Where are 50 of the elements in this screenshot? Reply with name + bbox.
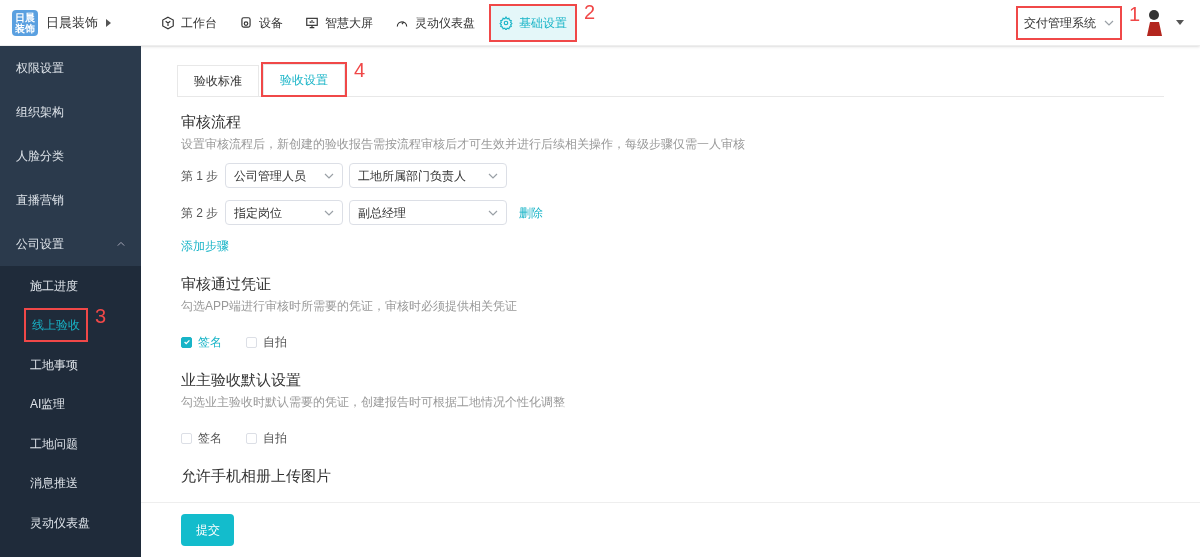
tab[interactable]: 验收标准 (177, 65, 259, 96)
step-label: 第 2 步 (181, 204, 219, 222)
section-title: 审核流程 (181, 112, 242, 132)
logo-icon: 日晨 装饰 (12, 9, 38, 36)
checkbox-option[interactable]: 自拍 (246, 429, 287, 447)
sidebar-item[interactable]: 人脸分类 (0, 134, 141, 178)
sidebar-item[interactable]: 公司设置 (0, 222, 141, 266)
nav-tab[interactable]: 灵动仪表盘 (387, 5, 483, 40)
sidebar-subitem[interactable]: 施工进度 (24, 270, 84, 301)
monitor-icon (305, 15, 319, 30)
checkbox[interactable] (181, 432, 192, 444)
select-field[interactable]: 工地所属部门负责人 (349, 163, 507, 188)
sidebar-subitem[interactable]: 工地问题 (24, 428, 84, 459)
caret-icon (1176, 20, 1184, 25)
nav-tab[interactable]: 智慧大屏 (297, 5, 381, 40)
annotation-number: 1 (1128, 3, 1140, 24)
checkbox[interactable] (246, 432, 257, 444)
annotation-number: 3 (94, 306, 106, 327)
sidebar-item[interactable]: 权限设置 (0, 46, 141, 90)
sidebar-item[interactable]: 组织架构 (0, 90, 141, 134)
nav-tab[interactable]: 设备 (231, 5, 291, 40)
sidebar-subitem[interactable]: 消息推送 (24, 468, 84, 499)
select-field[interactable]: 公司管理人员 (225, 163, 343, 188)
sidebar-subitem[interactable]: 工地事项 (24, 349, 84, 380)
section-title: 允许手机相册上传图片 (181, 466, 332, 486)
nav-tab[interactable]: 工作台 (153, 5, 225, 40)
annotation-number: 2 (583, 1, 595, 22)
checkbox[interactable] (246, 336, 257, 348)
sidebar-subitem[interactable]: 线上验收 (26, 310, 86, 341)
select-field[interactable]: 指定岗位 (225, 200, 343, 225)
section-description: 设置审核流程后，新创建的验收报告需按流程审核后才可生效并进行后续相关操作，每级步骤仅需一人审核 (181, 136, 746, 153)
sidebar-item[interactable]: 直播营销 (0, 178, 141, 222)
checkbox-option[interactable]: 自拍 (246, 333, 287, 351)
section-title: 审核通过凭证 (181, 274, 272, 294)
section-title: 业主验收默认设置 (181, 370, 302, 390)
caret-icon (106, 18, 111, 27)
system-dropdown[interactable]: 交付管理系统 (1018, 7, 1120, 38)
step-label: 第 1 步 (181, 167, 219, 185)
settings-icon (499, 15, 513, 30)
select-field[interactable]: 副总经理 (349, 200, 507, 225)
company-name[interactable]: 日晨装饰 (46, 12, 98, 33)
sidebar-subitem[interactable]: AI监理 (24, 389, 72, 420)
annotation-number: 4 (353, 60, 365, 80)
sidebar-subitem[interactable]: 灵动仪表盘 (24, 507, 96, 538)
checkbox-option[interactable]: 签名 (181, 429, 222, 447)
section-description: 勾选APP端进行审核时所需要的凭证，审核时必须提供相关凭证 (181, 298, 518, 315)
hexagon-icon (161, 15, 175, 30)
section-description: 勾选业主验收时默认需要的凭证，创建报告时可根据工地情况个性化调整 (181, 394, 566, 411)
checkbox-checked-icon[interactable] (181, 336, 192, 348)
camera-icon (239, 15, 253, 30)
